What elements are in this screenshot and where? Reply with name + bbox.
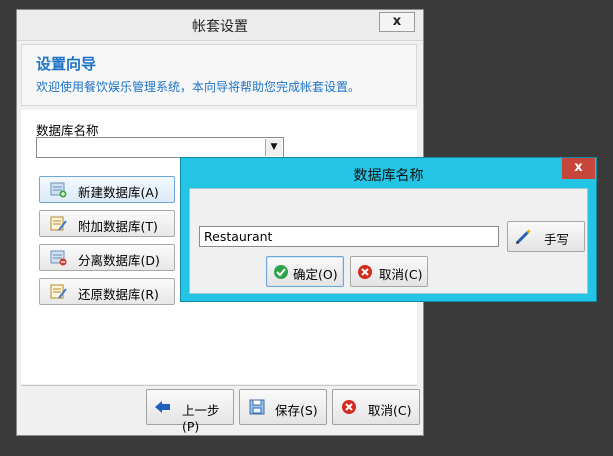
db-restore-icon [50, 284, 67, 299]
db-name-dialog: 数据库名称 x Restaurant 手写 确定(O) 取消(C) [180, 157, 597, 302]
wizard-title: 设置向导 [36, 55, 97, 73]
db-detach-icon [50, 250, 67, 266]
db-name-input[interactable]: Restaurant [199, 226, 499, 247]
dialog-cancel-button[interactable]: 取消(C) [350, 256, 428, 287]
save-icon [249, 399, 265, 415]
handwrite-button[interactable]: 手写 [507, 221, 585, 252]
detach-database-label: 分离数据库(D) [78, 253, 160, 268]
db-name-combobox[interactable]: ▼ [36, 137, 284, 158]
title-bar[interactable]: 帐套设置 x [17, 10, 423, 41]
close-button[interactable]: x [379, 12, 415, 32]
wizard-subtitle: 欢迎使用餐饮娱乐管理系统，本向导将帮助您完成帐套设置。 [36, 80, 361, 94]
ok-icon [274, 265, 288, 279]
attach-database-label: 附加数据库(T) [78, 219, 158, 234]
save-button[interactable]: 保存(S) [239, 389, 327, 425]
dialog-cancel-label: 取消(C) [379, 267, 423, 282]
arrow-left-icon [155, 401, 170, 413]
db-new-icon [50, 182, 67, 198]
detach-database-button[interactable]: 分离数据库(D) [39, 244, 175, 271]
dialog-close-button[interactable]: x [562, 158, 595, 179]
dropdown-arrow-icon[interactable]: ▼ [265, 139, 282, 156]
wizard-header: 设置向导 欢迎使用餐饮娱乐管理系统，本向导将帮助您完成帐套设置。 [21, 44, 417, 106]
dialog-title[interactable]: 数据库名称 [181, 165, 596, 185]
new-database-label: 新建数据库(A) [78, 185, 159, 200]
cancel-icon [342, 400, 356, 414]
wizard-footer: 上一步(P) 保存(S) 取消(C) [21, 385, 420, 434]
restore-database-label: 还原数据库(R) [78, 287, 159, 302]
restore-database-button[interactable]: 还原数据库(R) [39, 278, 175, 305]
attach-database-button[interactable]: 附加数据库(T) [39, 210, 175, 237]
ok-label: 确定(O) [293, 267, 338, 282]
new-database-button[interactable]: 新建数据库(A) [39, 176, 175, 203]
window-title: 帐套设置 [192, 19, 248, 35]
handwrite-label: 手写 [544, 232, 570, 247]
cancel-label: 取消(C) [368, 403, 412, 418]
save-label: 保存(S) [275, 403, 318, 418]
cancel-button[interactable]: 取消(C) [332, 389, 420, 425]
prev-step-button[interactable]: 上一步(P) [146, 389, 234, 434]
dialog-body: Restaurant 手写 确定(O) 取消(C) [189, 188, 588, 294]
prev-step-label: 上一步(P) [182, 403, 220, 434]
ok-button[interactable]: 确定(O) [266, 256, 344, 287]
pen-icon [515, 229, 531, 245]
cancel-icon [358, 265, 372, 279]
db-attach-icon [50, 216, 67, 231]
